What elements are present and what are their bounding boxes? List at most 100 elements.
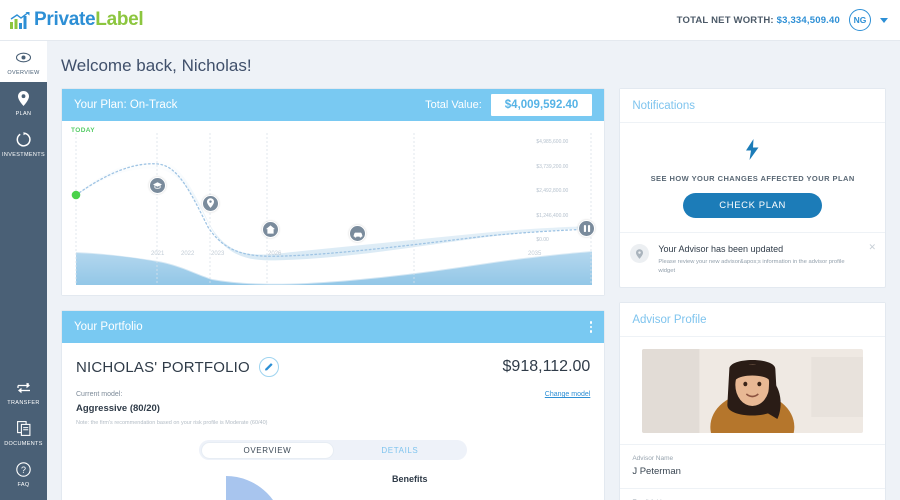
chart-marker-relocation[interactable]: [202, 195, 219, 212]
graduation-cap-icon: [153, 177, 162, 195]
advisor-name-field: Advisor Name J Peterman: [620, 445, 885, 489]
total-value-label: Total Value:: [425, 99, 482, 111]
map-pin-icon: [18, 90, 29, 107]
green-dot-icon: [72, 191, 81, 200]
notification-text-block: Your Advisor has been updated Please rev…: [658, 244, 850, 275]
portfolio-tabs: OVERVIEW DETAILS: [199, 440, 467, 460]
advisor-profile-header: Advisor Profile: [620, 303, 885, 337]
retirement-icon: [583, 220, 591, 238]
map-pin-icon: [630, 244, 649, 263]
notifications-title: Notifications: [632, 100, 695, 112]
svg-text:?: ?: [21, 465, 26, 475]
chart-marker-retirement[interactable]: [578, 220, 595, 237]
notification-item[interactable]: Your Advisor has been updated Please rev…: [620, 232, 885, 287]
left-column: Your Plan: On-Track Total Value: $4,009,…: [61, 88, 605, 500]
y-tick: $1,246,400.00: [536, 213, 600, 219]
allocation-donut-chart[interactable]: [166, 474, 286, 500]
documents-icon: [17, 420, 31, 437]
page-content: Welcome back, Nicholas! Your Plan: On-Tr…: [47, 41, 900, 500]
avatar[interactable]: NG: [849, 9, 871, 31]
advisor-profile-title: Advisor Profile: [632, 314, 706, 326]
brand-logo[interactable]: PrivateLabel: [10, 9, 143, 31]
chart-x-axis: 2021 2022 2023 2026 2035: [62, 251, 543, 271]
portfolio-card-header: Your Portfolio: [62, 311, 604, 343]
pencil-icon[interactable]: [259, 357, 279, 377]
notifications-card: Notifications SEE HOW YOUR CHANGES AFFEC…: [619, 88, 886, 288]
kebab-menu-icon[interactable]: [590, 321, 593, 333]
portfolio-model-value: Aggressive (80/20): [76, 403, 590, 414]
portfolio-card-title: Your Portfolio: [74, 321, 143, 333]
x-tick: 2026: [268, 251, 281, 257]
advisor-email-field: Email Address mpfeiffer+advisor@advisore…: [620, 489, 885, 500]
notification-title: Your Advisor has been updated: [658, 244, 850, 254]
x-tick: 2022: [181, 251, 194, 257]
lightning-bolt-icon: [745, 139, 760, 165]
sidebar-item-label: FAQ: [17, 482, 29, 488]
sidebar-item-plan[interactable]: PLAN: [0, 82, 47, 123]
y-tick: $4,985,600.00: [536, 139, 600, 145]
chart-marker-vehicle[interactable]: [349, 225, 366, 242]
plan-projection-chart[interactable]: TODAY: [62, 121, 604, 295]
plan-card-header: Your Plan: On-Track Total Value: $4,009,…: [62, 89, 604, 121]
sidebar-item-transfer[interactable]: TRANSFER: [0, 371, 47, 412]
check-plan-button[interactable]: CHECK PLAN: [683, 193, 822, 218]
total-value-display: $4,009,592.40: [491, 94, 593, 116]
eye-icon: [16, 49, 31, 66]
chart-marker-education[interactable]: [149, 177, 166, 194]
sidebar: OVERVIEW PLAN INVESTMENTS: [0, 41, 47, 500]
net-worth-value: $3,334,509.40: [777, 15, 840, 26]
chevron-down-icon[interactable]: [880, 18, 888, 23]
sidebar-item-label: INVESTMENTS: [2, 152, 45, 158]
portfolio-body: NICHOLAS' PORTFOLIO $918,112.00 Current …: [62, 343, 604, 500]
page-title: Welcome back, Nicholas!: [61, 56, 900, 76]
portfolio-title: NICHOLAS' PORTFOLIO: [76, 359, 250, 376]
car-icon: [353, 225, 363, 243]
chart-marker-home[interactable]: [262, 221, 279, 238]
content-columns: Your Plan: On-Track Total Value: $4,009,…: [47, 76, 900, 500]
notifications-cta-block: SEE HOW YOUR CHANGES AFFECTED YOUR PLAN …: [620, 123, 885, 232]
change-model-link[interactable]: Change model: [545, 391, 591, 398]
benefits-heading: Benefits: [392, 474, 428, 484]
plan-card-title: Your Plan: On-Track: [74, 99, 177, 111]
portfolio-model-row: Current model: Change model: [76, 391, 590, 398]
notification-body: Please review your new advisor&apos;s in…: [658, 258, 850, 275]
sidebar-item-label: PLAN: [16, 111, 32, 117]
sidebar-item-faq[interactable]: ? FAQ: [0, 453, 47, 500]
x-tick: 2035: [528, 251, 541, 257]
advisor-name-value: J Peterman: [632, 466, 873, 477]
advisor-profile-card: Advisor Profile: [619, 302, 886, 500]
question-mark-icon: ?: [16, 461, 31, 478]
top-bar: PrivateLabel TOTAL NET WORTH: $3,334,509…: [0, 0, 900, 41]
map-pin-icon: [207, 195, 214, 213]
advisor-name-label: Advisor Name: [632, 455, 873, 462]
tab-overview[interactable]: OVERVIEW: [201, 442, 335, 459]
circle-arrow-icon: [16, 131, 31, 148]
net-worth-label: TOTAL NET WORTH:: [677, 15, 774, 26]
top-bar-right: TOTAL NET WORTH: $3,334,509.40 NG: [677, 9, 888, 31]
sidebar-item-overview[interactable]: OVERVIEW: [0, 41, 47, 82]
notifications-subtitle: SEE HOW YOUR CHANGES AFFECTED YOUR PLAN: [651, 174, 855, 183]
app-root: PrivateLabel TOTAL NET WORTH: $3,334,509…: [0, 0, 900, 500]
right-column: Notifications SEE HOW YOUR CHANGES AFFEC…: [619, 88, 886, 500]
portfolio-allocation-row: Benefits: [76, 474, 590, 500]
portfolio-amount: $918,112.00: [503, 358, 591, 376]
sidebar-item-label: OVERVIEW: [7, 70, 39, 76]
sidebar-item-investments[interactable]: INVESTMENTS: [0, 123, 47, 164]
transfer-arrows-icon: [17, 379, 31, 396]
portfolio-summary-row: NICHOLAS' PORTFOLIO $918,112.00: [76, 357, 590, 377]
close-icon[interactable]: ✕: [868, 242, 876, 253]
current-model-label: Current model:: [76, 391, 122, 398]
brand-name-primary: Private: [34, 9, 95, 30]
tab-details[interactable]: DETAILS: [334, 442, 466, 459]
sidebar-item-label: DOCUMENTS: [4, 441, 43, 447]
donut-holder: [76, 474, 376, 500]
advisor-photo-wrap: [620, 337, 885, 445]
x-tick: 2021: [151, 251, 164, 257]
plan-card: Your Plan: On-Track Total Value: $4,009,…: [61, 88, 605, 296]
x-tick: 2023: [211, 251, 224, 257]
y-tick: $2,492,800.00: [536, 188, 600, 194]
sidebar-item-documents[interactable]: DOCUMENTS: [0, 412, 47, 453]
house-icon: [266, 221, 275, 239]
y-tick: $3,739,200.00: [536, 164, 600, 170]
brand-name-secondary: Label: [95, 9, 143, 30]
